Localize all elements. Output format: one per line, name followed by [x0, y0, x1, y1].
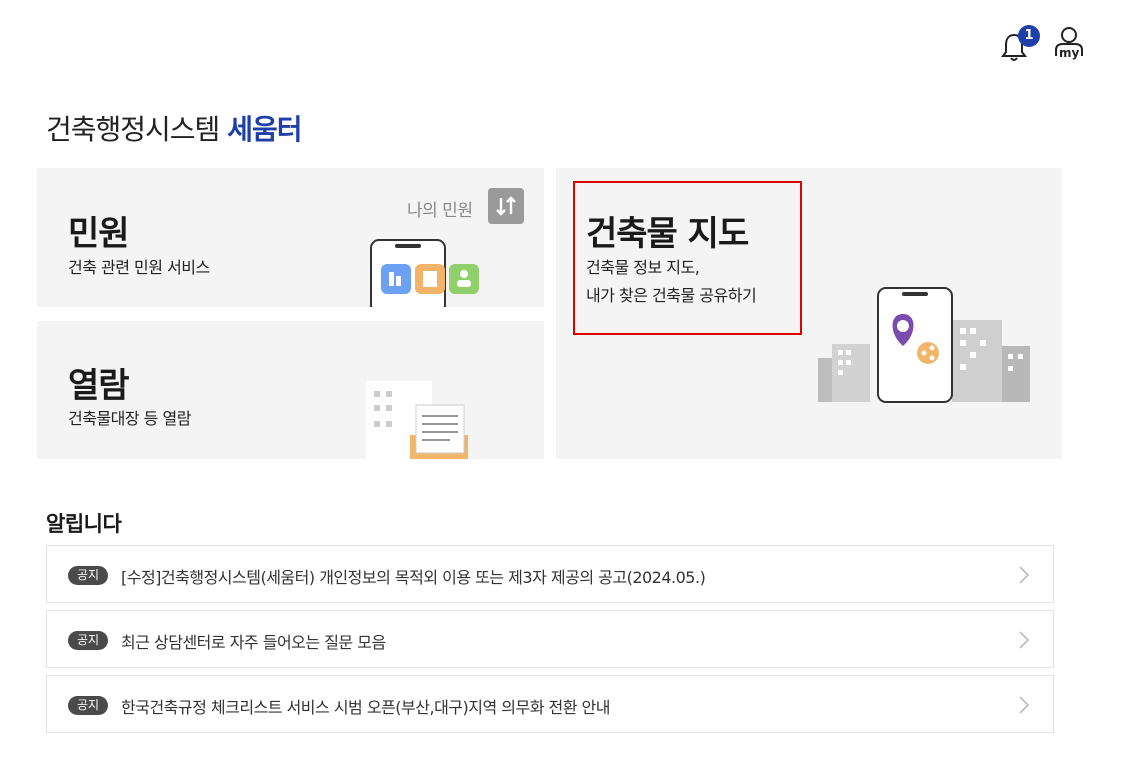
notice-text: 한국건축규정 체크리스트 서비스 시범 오픈(부산,대구)지역 의무화 전환 안…	[121, 698, 611, 717]
chevron-right-icon	[1019, 696, 1029, 714]
card-yeolram[interactable]: 열람 건축물대장 등 열람	[37, 321, 544, 459]
notice-text: [수정]건축행정시스템(세움터) 개인정보의 목적외 이용 또는 제3자 제공의…	[121, 568, 706, 587]
card-yeolram-desc: 건축물대장 등 열람	[68, 409, 191, 428]
share-icon	[917, 342, 939, 364]
notice-item[interactable]: 공지 한국건축규정 체크리스트 서비스 시범 오픈(부산,대구)지역 의무화 전…	[46, 675, 1054, 733]
page-title-main: 건축행정시스템	[46, 113, 228, 146]
notice-text: 최근 상담센터로 자주 들어오는 질문 모음	[121, 633, 386, 652]
notification-badge: 1	[1018, 25, 1040, 47]
my-minwon-link[interactable]: 나의 민원	[407, 196, 473, 221]
notice-tag: 공지	[68, 631, 108, 650]
notice-item[interactable]: 공지 최근 상담센터로 자주 들어오는 질문 모음	[46, 610, 1054, 668]
card-minwon-desc: 건축 관련 민원 서비스	[68, 258, 210, 277]
highlight-box	[573, 181, 802, 335]
notice-tag: 공지	[68, 566, 108, 585]
chevron-right-icon	[1019, 566, 1029, 584]
my-label: my	[1059, 46, 1080, 60]
notice-item[interactable]: 공지 [수정]건축행정시스템(세움터) 개인정보의 목적외 이용 또는 제3자 …	[46, 545, 1054, 603]
card-minwon-title: 민원	[68, 214, 130, 254]
map-illustration	[818, 287, 1030, 403]
page-title-accent: 세움터	[227, 113, 302, 146]
phone-illustration	[370, 239, 479, 307]
top-bar: 1 my	[0, 0, 1122, 80]
document-illustration	[366, 381, 468, 459]
page-title: 건축행정시스템 세움터	[46, 108, 303, 148]
notices-heading: 알립니다	[46, 512, 122, 536]
card-minwon[interactable]: 민원 건축 관련 민원 서비스 나의 민원	[37, 168, 544, 307]
chevron-right-icon	[1019, 631, 1029, 649]
notice-tag: 공지	[68, 696, 108, 715]
swap-icon[interactable]	[488, 188, 524, 224]
card-yeolram-title: 열람	[68, 366, 130, 406]
